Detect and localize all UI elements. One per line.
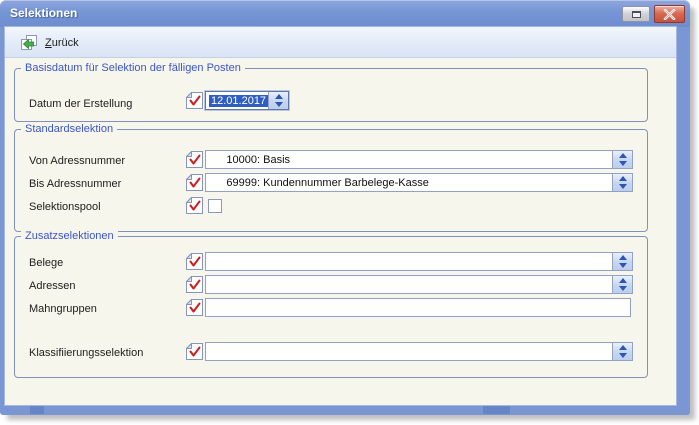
von-adressnummer-spinner[interactable] xyxy=(612,151,632,168)
group-standardselektion-legend: Standardselektion xyxy=(21,122,117,136)
adressen-flag-checkbox[interactable] xyxy=(186,276,203,293)
spin-up-icon xyxy=(275,94,283,99)
bis-adressnummer-field[interactable]: 69999: Kundennummer Barbelege-Kasse xyxy=(205,173,633,192)
bis-adressnummer-value[interactable]: 69999: Kundennummer Barbelege-Kasse xyxy=(206,174,612,191)
adressen-spinner[interactable] xyxy=(612,276,632,293)
datum-der-erstellung-field[interactable]: 12.01.2017 xyxy=(205,91,289,110)
spin-down-icon xyxy=(619,184,627,189)
belege-spinner[interactable] xyxy=(612,253,632,270)
back-button[interactable]: Zurück xyxy=(14,31,86,54)
klassifiierungsselektion-field[interactable] xyxy=(205,342,633,361)
spin-up-icon xyxy=(619,255,627,260)
bottom-border-notch xyxy=(483,406,510,414)
label-adressen: Adressen xyxy=(29,279,75,294)
window-title: Selektionen xyxy=(10,0,77,27)
close-button[interactable] xyxy=(654,5,685,23)
spin-up-icon xyxy=(619,176,627,181)
von-adressnummer-flag-checkbox[interactable] xyxy=(186,151,203,168)
label-von-adressnummer: Von Adressnummer xyxy=(29,154,125,169)
toolbar: Zurück xyxy=(5,27,676,58)
belege-value[interactable] xyxy=(206,253,612,270)
datum-value[interactable]: 12.01.2017 xyxy=(206,92,268,109)
label-selektionspool: Selektionspool xyxy=(29,200,101,215)
spin-down-icon xyxy=(619,161,627,166)
close-icon xyxy=(663,9,676,20)
klassifiierungsselektion-spinner[interactable] xyxy=(612,343,632,360)
datum-spinner[interactable] xyxy=(268,92,288,109)
spin-up-icon xyxy=(619,278,627,283)
back-button-label: Zurück xyxy=(45,37,79,49)
klassifiierungsselektion-flag-checkbox[interactable] xyxy=(186,343,203,360)
label-klassifiierungsselektion: Klassifiierungsselektion xyxy=(29,346,143,361)
spin-up-icon xyxy=(619,345,627,350)
bis-adressnummer-flag-checkbox[interactable] xyxy=(186,174,203,191)
belege-field[interactable] xyxy=(205,252,633,271)
label-mahngruppen: Mahngruppen xyxy=(29,302,97,317)
selektionspool-checkbox[interactable] xyxy=(208,199,222,213)
group-zusatzselektionen-legend: Zusatzselektionen xyxy=(21,229,118,243)
group-zusatzselektionen: Zusatzselektionen Belege Adressen Mahng xyxy=(14,236,648,378)
spin-down-icon xyxy=(619,353,627,358)
spin-down-icon xyxy=(619,263,627,268)
mahngruppen-value[interactable] xyxy=(206,299,630,316)
label-belege: Belege xyxy=(29,256,63,271)
belege-flag-checkbox[interactable] xyxy=(186,253,203,270)
label-datum-der-erstellung: Datum der Erstellung xyxy=(29,97,132,112)
adressen-field[interactable] xyxy=(205,275,633,294)
mahngruppen-field[interactable] xyxy=(205,298,631,317)
spin-down-icon xyxy=(619,286,627,291)
von-adressnummer-field[interactable]: 10000: Basis xyxy=(205,150,633,169)
selektionspool-flag-checkbox[interactable] xyxy=(186,197,203,214)
restore-button[interactable] xyxy=(622,6,650,22)
von-adressnummer-value[interactable]: 10000: Basis xyxy=(206,151,612,168)
group-basisdatum-legend: Basisdatum für Selektion der fälligen Po… xyxy=(21,61,245,75)
restore-icon xyxy=(632,11,641,18)
bis-adressnummer-spinner[interactable] xyxy=(612,174,632,191)
klassifiierungsselektion-value[interactable] xyxy=(206,343,612,360)
dialog-body: Zurück Basisdatum für Selektion der fäll… xyxy=(5,27,676,405)
bottom-border-notch xyxy=(30,406,44,414)
group-standardselektion: Standardselektion Von Adressnummer 10000… xyxy=(14,129,648,232)
spin-up-icon xyxy=(619,153,627,158)
label-bis-adressnummer: Bis Adressnummer xyxy=(29,177,121,192)
mahngruppen-flag-checkbox[interactable] xyxy=(186,299,203,316)
spin-down-icon xyxy=(275,102,283,107)
adressen-value[interactable] xyxy=(206,276,612,293)
group-basisdatum: Basisdatum für Selektion der fälligen Po… xyxy=(14,68,648,122)
title-bar[interactable]: Selektionen xyxy=(0,0,690,27)
selektionen-dialog: Selektionen Zurück xyxy=(0,0,690,415)
back-icon xyxy=(21,35,38,51)
datum-flag-checkbox[interactable] xyxy=(186,92,203,109)
